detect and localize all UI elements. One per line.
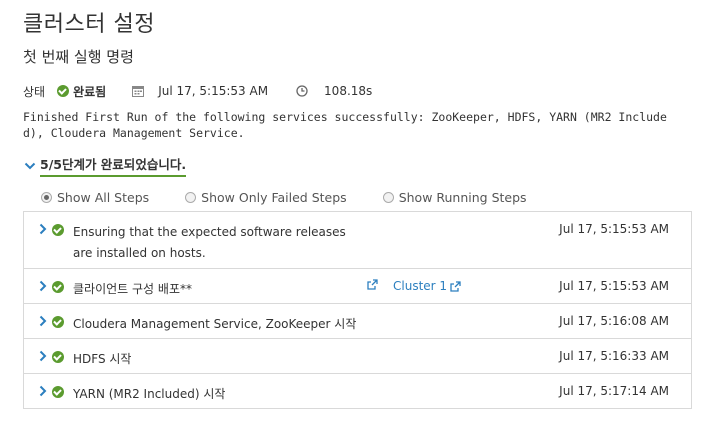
status-label: 상태: [23, 84, 46, 99]
filter-label: Show Running Steps: [398, 190, 527, 205]
status-value: 완료됨: [73, 84, 107, 99]
status-duration: 108.18s: [324, 84, 373, 98]
step-row: Ensuring that the expected software rele…: [24, 212, 691, 268]
radio-button[interactable]: [185, 192, 197, 203]
check-circle-icon: [52, 351, 64, 363]
step-time: Jul 17, 5:16:08 AM: [559, 314, 669, 328]
chevron-right-icon[interactable]: [38, 223, 48, 235]
chevron-down-icon[interactable]: [24, 160, 36, 172]
step-description: HDFS 시작: [73, 352, 132, 366]
status-row: 상태 완료됨 Jul 17, 5:15:53 AM 108.18s: [23, 82, 372, 100]
check-circle-icon: [57, 85, 70, 97]
radio-button[interactable]: [41, 192, 52, 203]
cluster-link[interactable]: Cluster 1: [393, 279, 461, 293]
step-description: YARN (MR2 Included) 시작: [73, 387, 226, 401]
external-link-icon[interactable]: [367, 279, 378, 290]
filter-show-running-steps[interactable]: Show Running Steps: [382, 190, 527, 205]
filter-label: Show All Steps: [57, 190, 150, 205]
step-row: Cloudera Management Service, ZooKeeper 시…: [24, 303, 691, 338]
status-date: Jul 17, 5:15:53 AM: [158, 84, 269, 98]
cluster-link-label[interactable]: Cluster 1: [393, 279, 447, 293]
check-circle-icon: [52, 281, 64, 293]
page-subtitle: 첫 번째 실행 명령: [23, 48, 134, 66]
filter-show-failed-steps[interactable]: Show Only Failed Steps: [185, 190, 347, 205]
step-time: Jul 17, 5:16:33 AM: [559, 349, 669, 363]
step-time: Jul 17, 5:15:53 AM: [559, 279, 669, 293]
calendar-icon: [132, 85, 145, 97]
steps-summary-label[interactable]: 5/5단계가 완료되었습니다.: [40, 154, 187, 177]
external-link-icon[interactable]: [450, 280, 461, 292]
steps-summary[interactable]: 5/5단계가 완료되었습니다.: [24, 154, 187, 177]
step-row: YARN (MR2 Included) 시작 Jul 17, 5:17:14 A…: [24, 373, 691, 408]
chevron-right-icon[interactable]: [38, 315, 48, 327]
step-description: Cloudera Management Service, ZooKeeper 시…: [73, 317, 357, 331]
step-description: Ensuring that the expected software rele…: [73, 225, 346, 260]
check-circle-icon: [52, 386, 64, 398]
clock-icon: [296, 85, 308, 97]
chevron-right-icon[interactable]: [38, 350, 48, 362]
filter-show-all-steps[interactable]: Show All Steps: [41, 190, 149, 205]
chevron-right-icon[interactable]: [38, 280, 48, 292]
run-message: Finished First Run of the following serv…: [23, 110, 667, 140]
check-circle-icon: [52, 224, 64, 236]
radio-button[interactable]: [382, 192, 394, 203]
steps-table: Ensuring that the expected software rele…: [23, 211, 692, 409]
step-row: HDFS 시작 Jul 17, 5:16:33 AM: [24, 338, 691, 373]
chevron-right-icon[interactable]: [38, 385, 48, 397]
step-filters: Show All Steps Show Only Failed Steps Sh…: [41, 190, 563, 205]
step-description: 클라이언트 구성 배포**: [73, 282, 192, 296]
page-title: 클러스터 설정: [23, 12, 155, 37]
filter-label: Show Only Failed Steps: [201, 190, 347, 205]
step-time: Jul 17, 5:17:14 AM: [559, 384, 669, 398]
check-circle-icon: [52, 316, 64, 328]
step-time: Jul 17, 5:15:53 AM: [559, 222, 669, 236]
step-row: 클라이언트 구성 배포** Cluster 1 Jul 17, 5:15:53 …: [24, 268, 691, 303]
